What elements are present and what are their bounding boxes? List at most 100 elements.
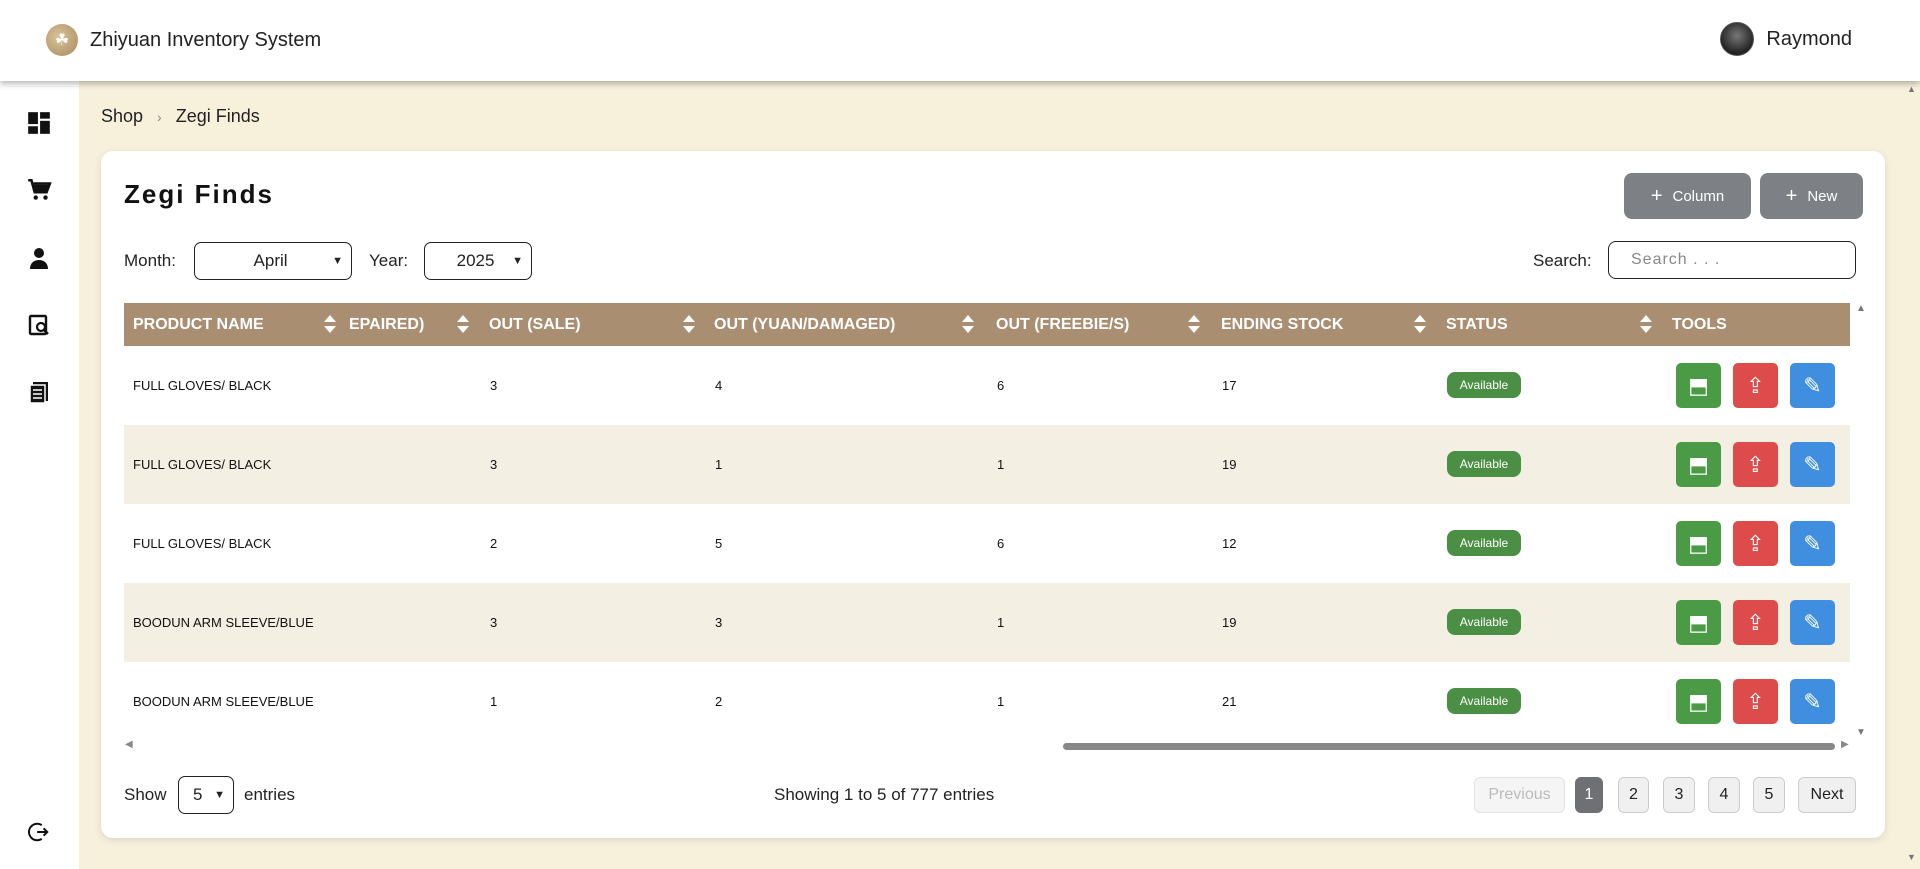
status-badge: Available [1447,609,1521,635]
brand-logo-icon: ☘ [46,24,78,56]
horizontal-scrollbar[interactable] [1063,743,1835,750]
new-button[interactable]: + New [1760,173,1863,219]
edit-button[interactable]: ✎ [1790,363,1835,408]
edit-icon: ✎ [1803,372,1822,398]
ending-stock-cell: 21 [1222,694,1237,709]
header-ending-stock[interactable]: ENDING STOCK [1221,303,1343,346]
year-select[interactable]: 2025 ▼ [424,242,532,280]
page-4-button[interactable]: 4 [1708,777,1740,813]
page-scroll-down-icon[interactable]: ▼ [1907,852,1916,862]
chevron-down-icon: ▼ [214,789,225,801]
status-badge: Available [1447,372,1521,398]
box-out-icon: ⇪ [1746,530,1765,556]
product-name-cell: FULL GLOVES/ BLACK [133,536,272,551]
cart-icon[interactable] [24,175,54,205]
scroll-left-arrow-icon[interactable]: ◀ [125,739,133,750]
logout-icon[interactable] [24,817,54,847]
out-freebie-cell: 1 [997,457,1005,472]
table-row: FULL GLOVES/ BLACK 3 1 1 19 Available ⬒ … [124,425,1850,504]
sidebar [0,81,79,869]
header-out-yuan[interactable]: OUT (YUAN/DAMAGED) [714,303,895,346]
brand[interactable]: ☘ Zhiyuan Inventory System [46,24,321,56]
breadcrumb: Shop › Zegi Finds [101,106,260,127]
product-name-cell: BOODUN ARM SLEEVE/BLUE [133,694,314,709]
next-page-button[interactable]: Next [1798,777,1856,813]
dashboard-icon[interactable] [24,108,54,138]
out-yuan-cell: 4 [715,378,723,393]
header-repaired[interactable]: EPAIRED) [349,303,424,346]
header-product-name[interactable]: PRODUCT NAME [133,303,264,346]
header-out-freebie-label: OUT (FREEBIE/S) [996,315,1130,333]
sort-icon[interactable] [1640,315,1652,333]
page-3-button[interactable]: 3 [1663,777,1695,813]
sort-icon[interactable] [1414,315,1426,333]
page-1-button[interactable]: 1 [1575,777,1603,813]
scroll-up-arrow-icon[interactable]: ▲ [1856,303,1866,314]
stock-in-button[interactable]: ⬒ [1676,363,1721,408]
previous-page-button[interactable]: Previous [1474,777,1565,813]
out-sale-cell: 3 [490,457,498,472]
box-out-icon: ⇪ [1746,372,1765,398]
main-card: Zegi Finds + Column + New Month: April ▼… [101,151,1885,838]
chevron-down-icon: ▼ [512,255,523,267]
user-menu[interactable]: Raymond [1720,22,1852,56]
box-out-icon: ⇪ [1746,609,1765,635]
header-out-sale[interactable]: OUT (SALE) [489,303,581,346]
month-select[interactable]: April ▼ [194,242,352,280]
stock-out-button[interactable]: ⇪ [1733,600,1778,645]
search-document-icon[interactable] [24,310,54,340]
out-sale-cell: 3 [490,378,498,393]
status-badge: Available [1447,530,1521,556]
top-bar: ☘ Zhiyuan Inventory System Raymond [0,0,1920,81]
stock-in-button[interactable]: ⬒ [1676,600,1721,645]
stock-out-button[interactable]: ⇪ [1733,521,1778,566]
product-name-cell: FULL GLOVES/ BLACK [133,378,272,393]
pagination-info: Showing 1 to 5 of 777 entries [774,785,995,804]
scroll-right-arrow-icon[interactable]: ▶ [1841,739,1849,750]
stock-in-button[interactable]: ⬒ [1676,679,1721,724]
out-yuan-cell: 1 [715,457,723,472]
header-tools: TOOLS [1672,303,1727,346]
edit-button[interactable]: ✎ [1790,442,1835,487]
document-icon[interactable] [24,377,54,407]
sort-icon[interactable] [1188,315,1200,333]
user-icon[interactable] [24,243,54,273]
header-status[interactable]: STATUS [1446,303,1508,346]
out-freebie-cell: 6 [997,536,1005,551]
app-title: Zhiyuan Inventory System [90,28,322,51]
out-yuan-cell: 5 [715,536,723,551]
add-column-button[interactable]: + Column [1624,173,1751,219]
stock-out-button[interactable]: ⇪ [1733,442,1778,487]
scroll-down-arrow-icon[interactable]: ▼ [1856,727,1866,738]
sort-icon[interactable] [962,315,974,333]
sort-icon[interactable] [457,315,469,333]
new-label: New [1807,187,1838,205]
sort-icon[interactable] [324,315,336,333]
header-out-sale-label: OUT (SALE) [489,315,581,333]
stock-in-button[interactable]: ⬒ [1676,521,1721,566]
sort-icon[interactable] [683,315,695,333]
avatar[interactable] [1720,22,1755,56]
header-tools-label: TOOLS [1672,315,1727,333]
stock-in-button[interactable]: ⬒ [1676,442,1721,487]
header-status-label: STATUS [1446,315,1508,333]
header-out-freebie[interactable]: OUT (FREEBIE/S) [996,303,1129,346]
edit-button[interactable]: ✎ [1790,600,1835,645]
page-2-button[interactable]: 2 [1618,777,1649,813]
entries-select[interactable]: 5 ▼ [178,776,234,814]
plus-icon: + [1785,184,1798,207]
stock-out-button[interactable]: ⇪ [1733,363,1778,408]
edit-icon: ✎ [1803,530,1822,556]
out-sale-cell: 1 [490,694,498,709]
ending-stock-cell: 19 [1222,457,1237,472]
out-freebie-cell: 1 [997,615,1005,630]
edit-button[interactable]: ✎ [1790,679,1835,724]
page-5-button[interactable]: 5 [1753,777,1785,813]
plus-icon: + [1650,184,1663,207]
stock-out-button[interactable]: ⇪ [1733,679,1778,724]
page-scroll-up-icon[interactable]: ▲ [1907,84,1916,94]
breadcrumb-shop[interactable]: Shop [101,106,143,127]
edit-button[interactable]: ✎ [1790,521,1835,566]
search-input[interactable] [1608,241,1856,279]
table-row: FULL GLOVES/ BLACK 3 4 6 17 Available ⬒ … [124,346,1850,425]
